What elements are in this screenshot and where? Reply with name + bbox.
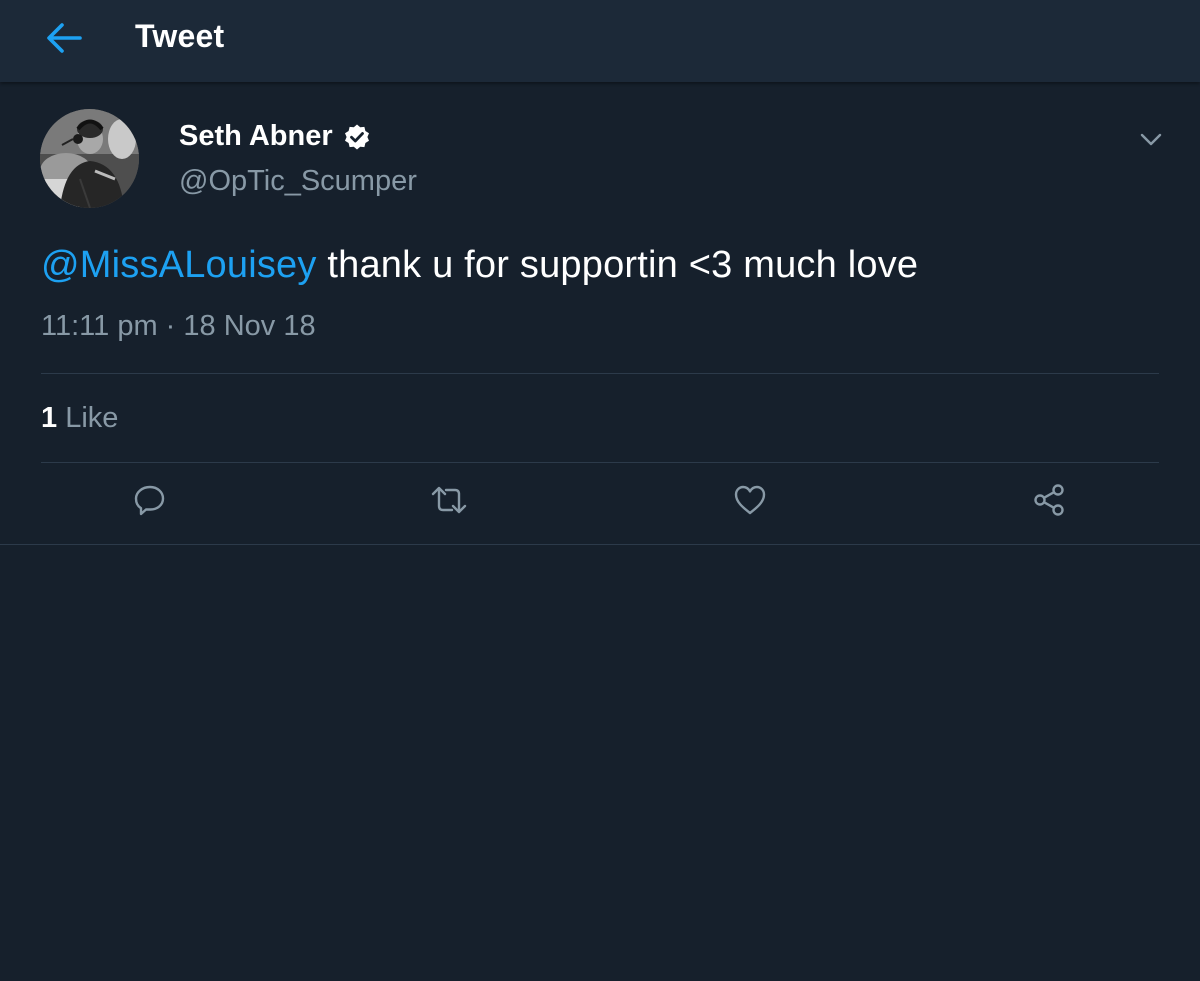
share-button[interactable] <box>1029 482 1069 522</box>
back-button[interactable] <box>36 16 92 64</box>
reply-button[interactable] <box>130 482 170 522</box>
divider <box>41 373 1159 374</box>
avatar[interactable] <box>40 109 139 208</box>
author-name-row[interactable]: Seth Abner <box>179 120 371 153</box>
arrow-left-icon <box>46 22 82 59</box>
author-display-name[interactable]: Seth Abner <box>179 120 333 153</box>
author-handle[interactable]: @OpTic_Scumper <box>179 165 417 198</box>
verified-badge-icon <box>343 123 371 151</box>
like-button[interactable] <box>730 482 770 522</box>
heart-icon <box>733 484 767 521</box>
tweet-detail-screen: Tweet Seth Abner @OpTic_Scumper @MissALo… <box>0 0 1200 981</box>
tweet-timestamp: 11:11 pm · 18 Nov 18 <box>41 310 316 342</box>
likes-label: Like <box>57 402 119 434</box>
mention-link[interactable]: @MissALouisey <box>41 244 317 286</box>
likes-count[interactable]: 1 Like <box>41 402 118 435</box>
top-app-bar: Tweet <box>0 0 1200 82</box>
page-title: Tweet <box>135 18 225 54</box>
likes-number: 1 <box>41 402 58 434</box>
tweet-options-button[interactable] <box>1136 127 1166 157</box>
tweet-card: Seth Abner @OpTic_Scumper @MissALouisey … <box>0 82 1200 545</box>
chevron-down-icon <box>1140 133 1162 152</box>
tweet-body-text: thank u for supportin <3 much love <box>316 244 919 286</box>
retweet-icon <box>429 484 469 521</box>
divider <box>41 462 1159 463</box>
retweet-button[interactable] <box>429 482 469 522</box>
reply-icon <box>133 483 167 522</box>
tweet-text: @MissALouisey thank u for supportin <3 m… <box>41 244 918 287</box>
share-icon <box>1031 482 1067 523</box>
